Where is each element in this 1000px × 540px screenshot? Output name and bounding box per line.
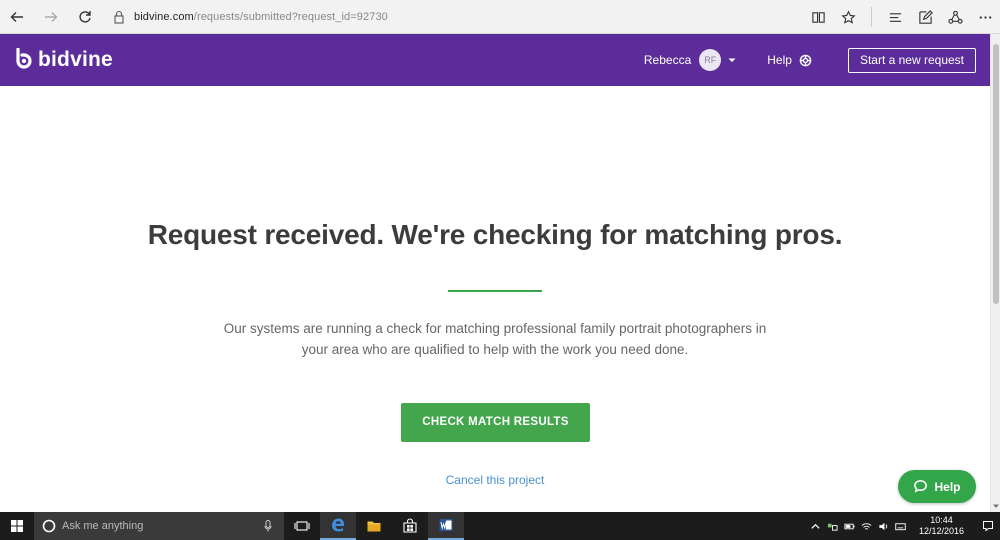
arrow-left-icon	[10, 11, 23, 22]
start-new-request-button[interactable]: Start a new request	[847, 47, 976, 73]
clock-date: 12/12/2016	[918, 526, 964, 536]
taskbar-store[interactable]	[392, 512, 428, 540]
battery-icon	[844, 523, 855, 529]
scroll-down-icon[interactable]	[992, 502, 1000, 510]
url-text: bidvine.com/requests/submitted?request_i…	[134, 11, 388, 23]
keyboard-icon	[895, 522, 906, 530]
pen-icon	[918, 9, 933, 24]
system-tray: 10:44 12/12/2016	[807, 512, 1000, 540]
header-nav: Rebecca RF Help Start a new request	[644, 34, 976, 86]
volume-button[interactable]	[875, 512, 892, 540]
browser-actions	[803, 0, 1000, 34]
show-hidden-icons-button[interactable]	[807, 512, 824, 540]
share-icon	[947, 10, 963, 24]
folder-icon	[367, 521, 381, 532]
edge-icon	[332, 518, 344, 532]
word-icon	[439, 519, 453, 531]
page-title: Request received. We're checking for mat…	[147, 219, 843, 250]
cancel-project-link-text[interactable]: Cancel this project	[446, 473, 545, 487]
logo-text: bidvine	[38, 48, 113, 71]
chevron-down-icon[interactable]	[727, 55, 737, 65]
reading-view-button[interactable]	[803, 0, 833, 34]
title-divider	[448, 290, 542, 292]
bidvine-logo-icon	[16, 48, 32, 69]
windows-logo-icon	[11, 520, 23, 532]
speaker-icon	[879, 522, 888, 530]
taskbar-word[interactable]	[428, 512, 464, 540]
url-path: /requests/submitted?request_id=92730	[193, 10, 388, 23]
screen: bidvine.com/requests/submitted?request_i…	[0, 0, 1000, 540]
bidvine-logo[interactable]: bidvine	[14, 48, 113, 72]
cortana-icon	[42, 519, 56, 533]
network-button[interactable]	[858, 512, 875, 540]
lock-icon	[114, 10, 124, 24]
refresh-icon	[79, 10, 91, 23]
store-icon	[403, 518, 417, 533]
favorite-button[interactable]	[833, 0, 863, 34]
description-text: Our systems are running a check for matc…	[223, 321, 767, 357]
main-content: Request received. We're checking for mat…	[0, 86, 990, 512]
help-link-label: Help	[767, 53, 792, 67]
tray-app-icon	[827, 523, 838, 531]
arrow-right-icon	[45, 11, 58, 22]
task-view-button[interactable]	[284, 512, 320, 540]
chat-bubble-icon	[914, 480, 928, 493]
cancel-project-link: Cancel this project	[0, 473, 990, 487]
hub-button[interactable]	[880, 0, 910, 34]
keyboard-button[interactable]	[892, 512, 909, 540]
scroll-thumb[interactable]	[993, 44, 999, 304]
book-icon	[811, 11, 825, 23]
lifebuoy-icon	[799, 54, 812, 66]
web-note-button[interactable]	[910, 0, 940, 34]
back-button[interactable]	[0, 0, 34, 34]
share-button[interactable]	[940, 0, 970, 34]
action-center-button[interactable]	[976, 512, 1000, 540]
more-button[interactable]	[970, 0, 1000, 34]
forward-button[interactable]	[34, 0, 68, 34]
search-placeholder: Ask me anything	[62, 520, 144, 532]
notification-icon	[983, 521, 993, 532]
url-host: bidvine.com	[134, 10, 194, 23]
microphone-icon[interactable]	[264, 520, 272, 532]
page-scrollbar[interactable]	[990, 34, 1000, 512]
battery-button[interactable]	[841, 512, 858, 540]
browser-toolbar: bidvine.com/requests/submitted?request_i…	[0, 0, 1000, 34]
refresh-button[interactable]	[68, 0, 102, 34]
clock-time: 10:44	[930, 515, 953, 525]
toolbar-divider	[871, 7, 872, 27]
wifi-icon	[861, 522, 872, 530]
star-icon	[840, 9, 856, 24]
chevron-up-icon	[811, 523, 820, 529]
site-header: bidvine Rebecca RF Help Start a new requ…	[0, 34, 990, 86]
address-bar[interactable]: bidvine.com/requests/submitted?request_i…	[112, 0, 388, 34]
cortana-search-box[interactable]: Ask me anything	[34, 512, 284, 540]
windows-start-button[interactable]	[0, 512, 34, 540]
task-view-icon	[294, 521, 310, 531]
check-match-results-button[interactable]: CHECK MATCH RESULTS	[401, 403, 590, 442]
help-link[interactable]: Help	[767, 53, 812, 67]
avatar[interactable]: RF	[699, 49, 722, 71]
user-name[interactable]: Rebecca	[644, 53, 691, 67]
more-icon	[979, 15, 991, 19]
taskbar-edge[interactable]	[320, 512, 356, 540]
help-chat-label: Help	[934, 479, 961, 494]
taskbar-file-explorer[interactable]	[356, 512, 392, 540]
hub-icon	[889, 12, 901, 22]
windows-taskbar: Ask me anything 10:44 12/12/2016	[0, 512, 1000, 540]
help-chat-button[interactable]: Help	[898, 470, 976, 503]
tray-app-button[interactable]	[824, 512, 841, 540]
taskbar-clock[interactable]: 10:44 12/12/2016	[919, 515, 964, 537]
